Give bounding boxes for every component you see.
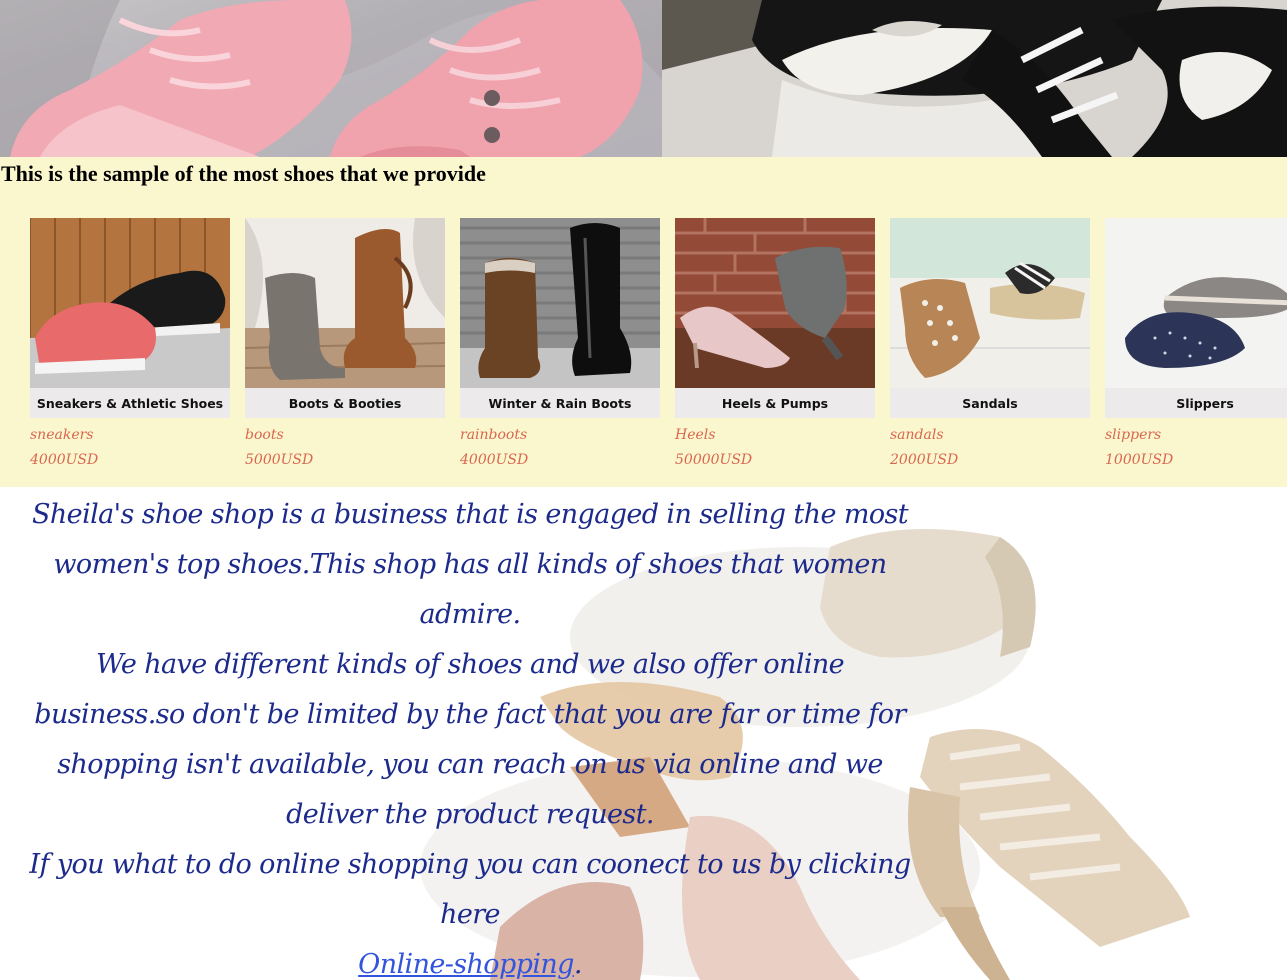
heels-name: Heels <box>675 427 716 443</box>
product-card-boots[interactable]: Boots & Booties boots 5000USD <box>245 218 445 473</box>
rainboots-caption: Winter & Rain Boots <box>460 388 660 418</box>
about-line-3: If you what to do online shopping you ca… <box>29 849 911 930</box>
black-white-sneakers-photo <box>662 0 1287 157</box>
products-band: This is the sample of the most shoes tha… <box>0 157 1287 487</box>
product-card-slippers[interactable]: Slippers slippers 1000USD <box>1105 218 1287 473</box>
slippers-caption: Slippers <box>1105 388 1287 418</box>
hero-banner <box>0 0 1287 157</box>
product-card-sandals[interactable]: Sandals sandals 2000USD <box>890 218 1090 473</box>
slippers-name: slippers <box>1105 427 1162 443</box>
heels-caption: Heels & Pumps <box>675 388 875 418</box>
about-line-1: Sheila's shoe shop is a business that is… <box>32 499 909 630</box>
sneakers-name: sneakers <box>30 427 94 443</box>
about-text: Sheila's shoe shop is a business that is… <box>20 490 920 980</box>
boots-image[interactable]: Boots & Booties <box>245 218 445 418</box>
sandals-name: sandals <box>890 427 944 443</box>
heels-image[interactable]: Heels & Pumps <box>675 218 875 418</box>
slippers-price: 1000USD <box>1105 452 1174 468</box>
heels-price: 50000USD <box>675 452 753 468</box>
sneakers-price: 4000USD <box>30 452 99 468</box>
slippers-image[interactable]: Slippers <box>1105 218 1287 418</box>
about-line-2: We have different kinds of shoes and we … <box>34 649 906 830</box>
rainboots-image[interactable]: Winter & Rain Boots <box>460 218 660 418</box>
boots-name: boots <box>245 427 284 443</box>
rainboots-name: rainboots <box>460 427 528 443</box>
sandals-caption: Sandals <box>890 388 1090 418</box>
pink-sneakers-photo <box>0 0 662 157</box>
sneakers-image[interactable]: Sneakers & Athletic Shoes <box>30 218 230 418</box>
product-card-rainboots[interactable]: Winter & Rain Boots rainboots 4000USD <box>460 218 660 473</box>
boots-price: 5000USD <box>245 452 314 468</box>
online-shopping-link[interactable]: Online-shopping <box>358 949 574 980</box>
sandals-image[interactable]: Sandals <box>890 218 1090 418</box>
product-card-heels[interactable]: Heels & Pumps Heels 50000USD <box>675 218 875 473</box>
sandals-price: 2000USD <box>890 452 959 468</box>
about-section: Sheila's shoe shop is a business that is… <box>0 487 1287 980</box>
products-heading: This is the sample of the most shoes tha… <box>1 161 486 186</box>
boots-caption: Boots & Booties <box>245 388 445 418</box>
link-suffix: . <box>573 949 583 980</box>
product-card-sneakers[interactable]: Sneakers & Athletic Shoes sneakers 4000U… <box>30 218 230 473</box>
rainboots-price: 4000USD <box>460 452 529 468</box>
sneakers-caption: Sneakers & Athletic Shoes <box>30 388 230 418</box>
